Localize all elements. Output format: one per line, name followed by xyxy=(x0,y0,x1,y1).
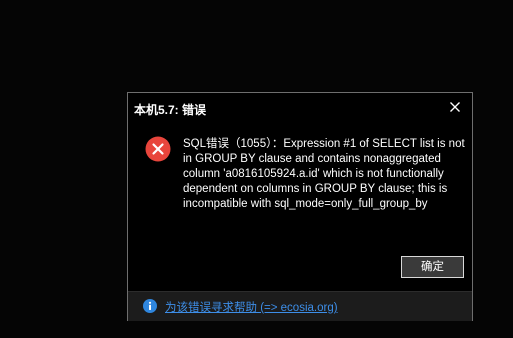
dialog-title: 本机5.7: 错误 xyxy=(134,103,207,117)
dialog-titlebar: 本机5.7: 错误 xyxy=(128,93,472,123)
error-message: SQL错误（1055）：Expression #1 of SELECT list… xyxy=(183,138,465,210)
close-icon xyxy=(450,102,460,112)
close-button[interactable] xyxy=(446,98,464,116)
ok-button[interactable]: 确定 xyxy=(401,256,464,278)
error-dialog: 本机5.7: 错误 SQL错误（1055）：Expression #1 of S… xyxy=(127,92,473,321)
info-icon xyxy=(143,299,157,313)
help-link[interactable]: 为该错误寻求帮助 (=> ecosia.org) xyxy=(165,299,338,315)
error-icon xyxy=(145,136,171,162)
dialog-footer: 为该错误寻求帮助 (=> ecosia.org) xyxy=(128,291,472,321)
